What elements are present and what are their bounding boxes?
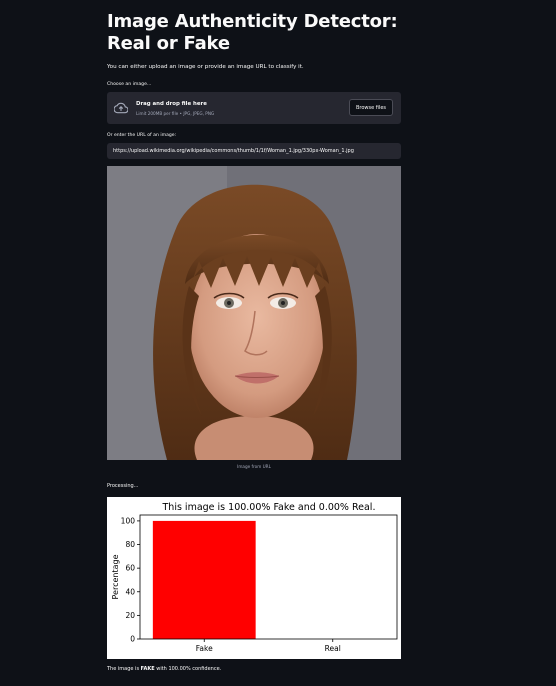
y-tick-label-0: 0 (130, 635, 135, 644)
uploader-label: Choose an image... (107, 82, 152, 87)
image-url-input[interactable]: https://upload.wikimedia.org/wikipedia/c… (107, 143, 401, 159)
y-tick-label-20: 20 (125, 611, 135, 620)
x-tick-label-real: Real (325, 644, 341, 653)
browse-files-button[interactable]: Browse files (349, 99, 393, 116)
page-subtitle: You can either upload an image or provid… (107, 64, 304, 70)
bar-fake (152, 520, 256, 639)
x-tick-label-fake: Fake (196, 644, 213, 653)
y-tick-label-100: 100 (121, 517, 136, 526)
chart-title: This image is 100.00% Fake and 0.00% Rea… (162, 502, 376, 513)
bar-chart-svg: This image is 100.00% Fake and 0.00% Rea… (111, 502, 398, 653)
portrait-photo (107, 166, 401, 460)
y-tick-label-60: 60 (125, 564, 135, 573)
chart-plot-area: Fake Real 0 20 40 60 80 100 (121, 514, 398, 653)
y-tick-label-80: 80 (125, 540, 135, 549)
processing-status: Processing... (107, 483, 139, 489)
cloud-upload-icon (114, 102, 128, 114)
page-title: Image Authenticity Detector: Real or Fak… (107, 11, 398, 54)
url-input-label: Or enter the URL of an image: (107, 133, 177, 138)
result-label: FAKE (140, 666, 155, 672)
prediction-chart: This image is 100.00% Fake and 0.00% Rea… (107, 497, 401, 659)
result-text: The image is FAKE with 100.00% confidenc… (107, 666, 221, 672)
image-caption: Image from URL (237, 464, 271, 469)
y-tick-label-40: 40 (125, 587, 135, 596)
result-prefix: The image is (107, 666, 141, 672)
classified-image (107, 166, 401, 460)
drag-drop-text: Drag and drop file here (136, 101, 207, 107)
chart-y-axis-label: Percentage (111, 554, 120, 599)
result-suffix: with 100.00% confidence. (154, 666, 222, 672)
file-uploader-dropzone[interactable]: Drag and drop file here Limit 200MB per … (107, 92, 401, 124)
file-limit-text: Limit 200MB per file • JPG, JPEG, PNG (136, 111, 215, 116)
